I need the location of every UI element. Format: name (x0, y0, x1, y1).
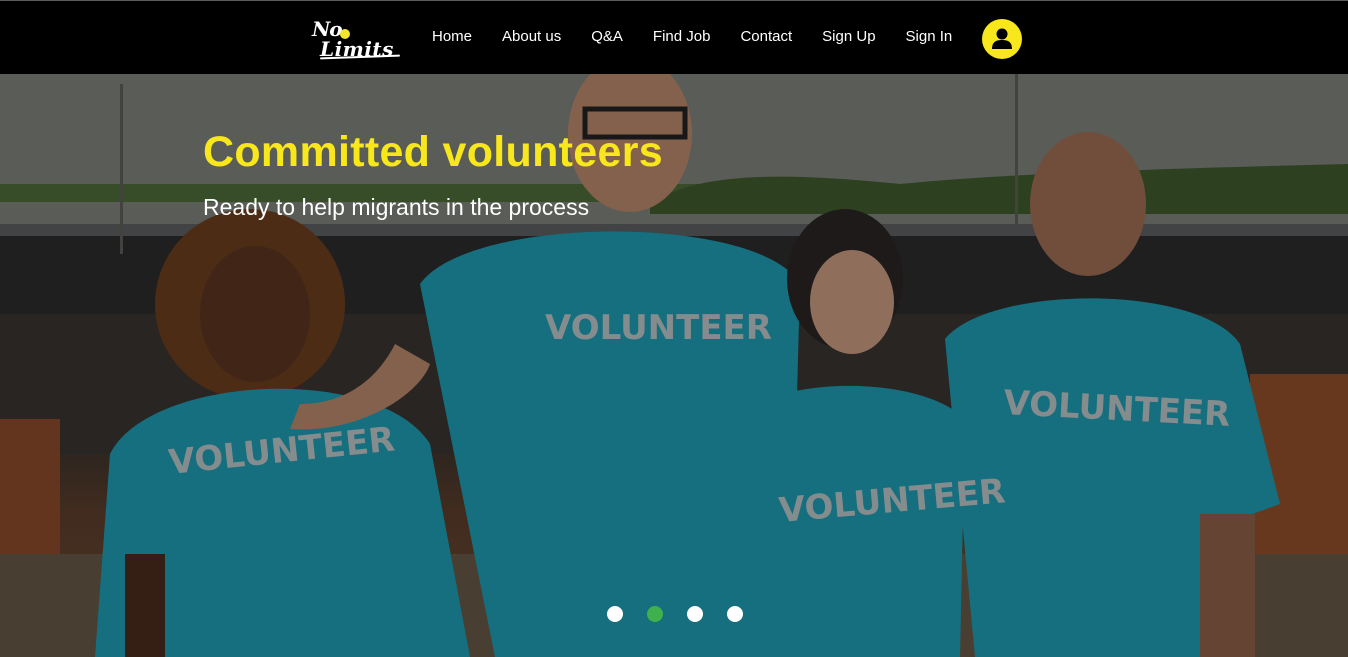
user-icon (992, 28, 1012, 49)
carousel-dot-3[interactable] (687, 606, 703, 622)
carousel-indicators (607, 606, 743, 622)
hero-title: Committed volunteers (203, 128, 663, 176)
nav-find-job[interactable]: Find Job (653, 0, 711, 74)
carousel-dot-4[interactable] (727, 606, 743, 622)
nav-contact[interactable]: Contact (740, 0, 792, 74)
hero-subtitle: Ready to help migrants in the process (203, 194, 590, 220)
user-account-button[interactable] (982, 19, 1022, 59)
nav-home[interactable]: Home (432, 0, 472, 74)
main-nav: Home About us Q&A Find Job Contact Sign … (432, 1, 952, 75)
nav-sign-in[interactable]: Sign In (906, 0, 953, 74)
site-logo[interactable]: No Limits (310, 15, 406, 63)
carousel-dot-2[interactable] (647, 606, 663, 622)
nav-about-us[interactable]: About us (502, 0, 561, 74)
nav-qa[interactable]: Q&A (591, 0, 623, 74)
nav-sign-up[interactable]: Sign Up (822, 0, 875, 74)
hero-carousel: VOLUNTEER VOLUNTEER VOLUNTEER VOLUNTEER … (0, 74, 1348, 657)
top-navbar: No Limits Home About us Q&A Find Job Con… (0, 0, 1348, 74)
carousel-dot-1[interactable] (607, 606, 623, 622)
